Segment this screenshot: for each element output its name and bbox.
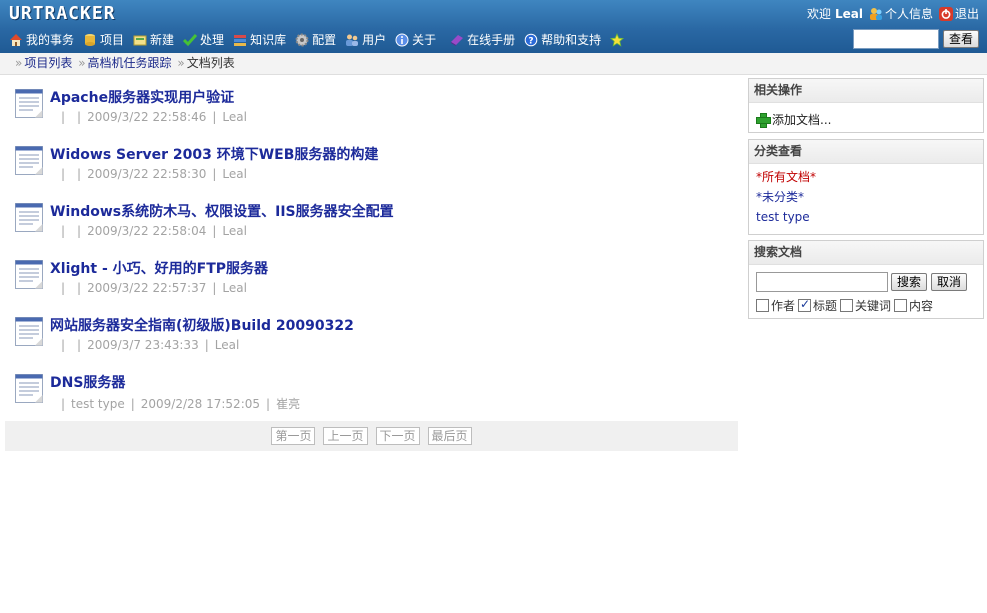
category-all[interactable]: *所有文档* bbox=[756, 167, 976, 187]
document-search-button[interactable]: 搜索 bbox=[891, 273, 928, 291]
content-checkbox[interactable] bbox=[894, 299, 908, 312]
breadcrumb-projects[interactable]: 项目列表 bbox=[24, 56, 72, 70]
category-test-type[interactable]: test type bbox=[756, 207, 976, 227]
document-meta: | test type | 2009/2/28 17:52:05 | 崔亮 bbox=[61, 397, 301, 411]
document-meta: | | 2009/3/22 22:57:37 | Leal bbox=[61, 281, 247, 295]
document-title[interactable]: DNS服务器 bbox=[50, 372, 125, 392]
new-icon bbox=[133, 35, 147, 45]
document-meta: | | 2009/3/22 22:58:04 | Leal bbox=[61, 224, 247, 238]
document-search-cancel-button[interactable]: 取消 bbox=[931, 273, 968, 291]
plus-icon bbox=[756, 113, 771, 128]
nav-favorite[interactable] bbox=[610, 32, 627, 47]
document-list: Apache服务器实现用户验证 | | 2009/3/22 22:58:46 | Lea… bbox=[15, 86, 735, 428]
document-item: Windows系统防木马、权限设置、IIS服务器安全配置 | | 2009/3/22… bbox=[15, 200, 735, 257]
breadcrumb-current: 文档列表 bbox=[186, 56, 235, 70]
document-item: 网站服务器安全指南(初级版)Build 20090322 | | 2009/3/7 … bbox=[15, 314, 735, 371]
top-search-input[interactable] bbox=[852, 29, 939, 49]
actions-panel-title: 相关操作 bbox=[749, 79, 983, 103]
document-title[interactable]: Windows系统防木马、权限设置、IIS服务器安全配置 bbox=[50, 201, 394, 221]
app-logo[interactable]: URTRACKER bbox=[9, 3, 116, 24]
help-icon: ? bbox=[524, 33, 538, 46]
search-options: 作者 标题 关键词 内容 bbox=[756, 297, 976, 314]
books-icon bbox=[234, 34, 247, 46]
document-item: Apache服务器实现用户验证 | | 2009/3/22 22:58:46 | Lea… bbox=[15, 86, 735, 143]
home-icon bbox=[10, 33, 22, 46]
nav-help[interactable]: ? 帮助和支持 bbox=[524, 31, 601, 48]
top-header: URTRACKER 欢迎 Leal 个人信息 退出 我的事务 项目 新建 处理 … bbox=[0, 0, 987, 53]
nav-process[interactable]: 处理 bbox=[183, 31, 224, 48]
document-item: DNS服务器 | test type | 2009/2/28 17:52:05 | 崔亮 bbox=[15, 371, 735, 428]
database-icon bbox=[85, 33, 96, 46]
document-meta: | | 2009/3/22 22:58:30 | Leal bbox=[61, 167, 247, 181]
document-title[interactable]: Widows Server 2003 环境下WEB服务器的构建 bbox=[50, 144, 378, 164]
document-icon bbox=[15, 374, 43, 403]
document-title[interactable]: Apache服务器实现用户验证 bbox=[50, 87, 234, 107]
actions-panel: 相关操作 添加文档... bbox=[748, 78, 984, 133]
document-icon bbox=[15, 146, 43, 175]
username: Leal bbox=[834, 7, 863, 21]
nav-config[interactable]: 配置 bbox=[295, 31, 336, 48]
logout-icon bbox=[938, 6, 953, 21]
document-search-input[interactable] bbox=[756, 272, 888, 292]
document-meta: | | 2009/3/22 22:58:46 | Leal bbox=[61, 110, 247, 124]
breadcrumb: » 项目列表 » 高档机任务跟踪 » 文档列表 bbox=[0, 53, 987, 75]
profile-link[interactable]: 个人信息 bbox=[869, 5, 933, 22]
logout-link[interactable]: 退出 bbox=[938, 5, 979, 22]
pager-last[interactable]: 最后页 bbox=[427, 427, 472, 445]
document-icon bbox=[15, 317, 43, 346]
categories-panel: 分类查看 *所有文档* *未分类* test type bbox=[748, 139, 984, 235]
check-icon bbox=[183, 33, 198, 46]
nav-users[interactable]: 用户 bbox=[345, 31, 386, 48]
search-panel-title: 搜索文档 bbox=[749, 241, 983, 265]
pager-next[interactable]: 下一页 bbox=[375, 427, 420, 445]
title-checkbox[interactable] bbox=[798, 297, 812, 312]
option-keywords[interactable]: 关键词 bbox=[840, 297, 891, 314]
top-search-button[interactable]: 查看 bbox=[942, 30, 979, 48]
user-area: 欢迎 Leal 个人信息 退出 bbox=[807, 5, 979, 22]
nav-my-tasks[interactable]: 我的事务 bbox=[9, 31, 74, 48]
document-meta: | | 2009/3/7 23:43:33 | Leal bbox=[61, 338, 240, 352]
users-icon bbox=[346, 34, 359, 46]
option-content[interactable]: 内容 bbox=[894, 297, 933, 314]
categories-panel-title: 分类查看 bbox=[749, 140, 983, 164]
document-icon bbox=[15, 203, 43, 232]
nav-new[interactable]: 新建 bbox=[133, 31, 174, 48]
star-icon bbox=[610, 32, 625, 47]
info-icon bbox=[395, 33, 409, 46]
profile-icon bbox=[869, 7, 882, 20]
top-search: 查看 bbox=[852, 29, 979, 49]
search-panel: 搜索文档 搜索 取消 作者 标题 关键词 内容 bbox=[748, 240, 984, 319]
main-nav: 我的事务 项目 新建 处理 知识库 配置 用户 关于 在线手册 ? 帮助和支持 bbox=[9, 31, 636, 48]
add-document-link[interactable]: 添加文档... bbox=[756, 111, 976, 128]
keywords-checkbox[interactable] bbox=[840, 299, 854, 312]
nav-about[interactable]: 关于 bbox=[395, 31, 436, 48]
document-item: Xlight - 小巧、好用的FTP服务器 | | 2009/3/22 22:57:… bbox=[15, 257, 735, 314]
manual-icon bbox=[451, 34, 464, 46]
author-checkbox[interactable] bbox=[756, 299, 769, 312]
breadcrumb-project[interactable]: 高档机任务跟踪 bbox=[88, 56, 172, 70]
nav-projects[interactable]: 项目 bbox=[83, 31, 124, 48]
gear-icon bbox=[295, 33, 309, 46]
nav-knowledge[interactable]: 知识库 bbox=[233, 31, 286, 48]
pager-first[interactable]: 第一页 bbox=[271, 427, 316, 445]
document-icon bbox=[15, 260, 43, 289]
pager-prev[interactable]: 上一页 bbox=[323, 427, 368, 445]
pager: 第一页 上一页 下一页 最后页 bbox=[5, 421, 738, 451]
document-icon bbox=[15, 89, 43, 118]
welcome-text: 欢迎 Leal bbox=[806, 7, 863, 21]
svg-text:?: ? bbox=[529, 36, 534, 46]
nav-manual[interactable]: 在线手册 bbox=[450, 31, 515, 48]
option-author[interactable]: 作者 bbox=[756, 297, 795, 314]
document-title[interactable]: 网站服务器安全指南(初级版)Build 20090322 bbox=[50, 315, 354, 335]
category-uncategorized[interactable]: *未分类* bbox=[756, 187, 976, 207]
document-title[interactable]: Xlight - 小巧、好用的FTP服务器 bbox=[50, 258, 268, 278]
document-item: Widows Server 2003 环境下WEB服务器的构建 | | 2009/3… bbox=[15, 143, 735, 200]
option-title[interactable]: 标题 bbox=[798, 297, 837, 314]
